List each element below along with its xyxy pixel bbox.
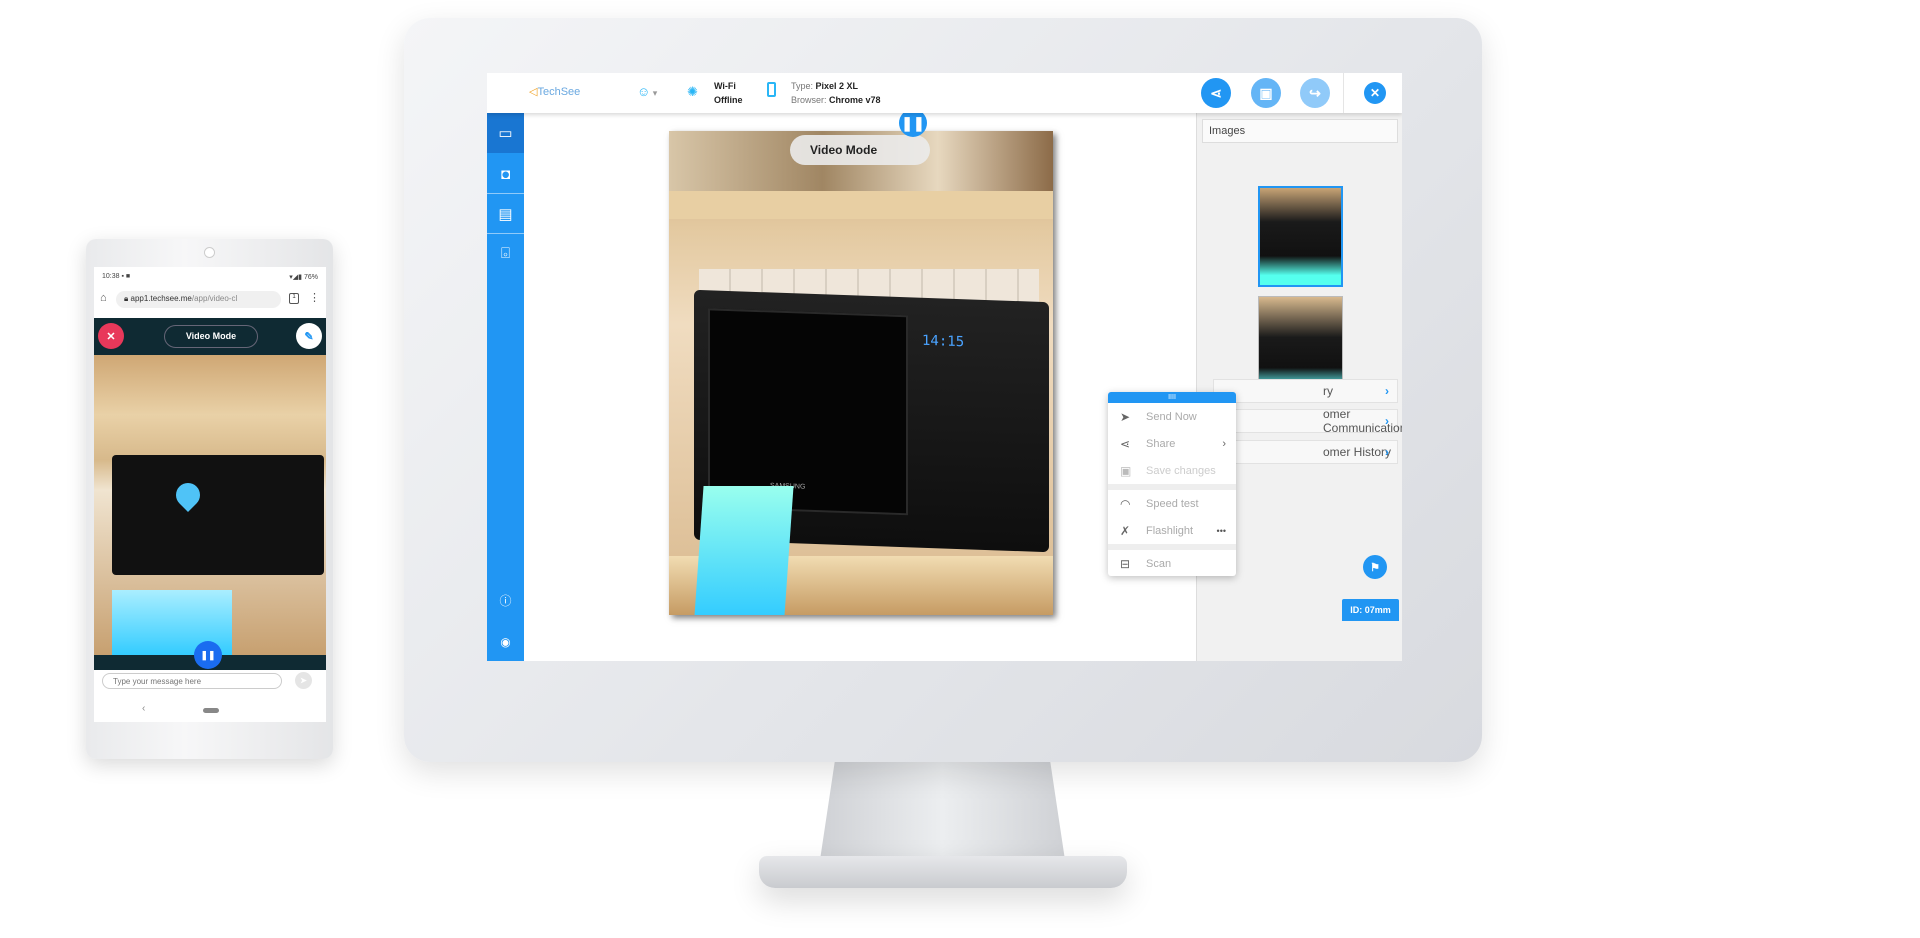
forward-icon: ↪: [1309, 84, 1321, 101]
back-nav-icon[interactable]: ‹: [142, 703, 145, 714]
shelf-edge: [669, 191, 1053, 219]
divider: [1343, 73, 1344, 113]
user-icon: ◉: [500, 635, 511, 649]
flag-icon: ⚑: [1370, 561, 1380, 574]
menu-item-share[interactable]: ⋖ Share ›: [1108, 430, 1236, 457]
sidebar: ▭ ◘ ▤ ⌻ ⓘ ◉: [487, 113, 524, 661]
save-icon: ▣: [1120, 463, 1132, 478]
flashlight-button[interactable]: ✎: [296, 323, 322, 349]
phone-device: 10:38 ▪ ■ ▾◢▮ 76% ⌂ 🔒︎ app1.techsee.me/a…: [86, 239, 333, 759]
wifi-icon: ▾◢▮: [289, 274, 303, 281]
accordion-item[interactable]: ry ›: [1213, 379, 1398, 403]
menu-item-flashlight[interactable]: ✗ Flashlight •••: [1108, 517, 1236, 544]
video-mode-button[interactable]: ▭: [487, 113, 524, 153]
status-bar: 10:38 ▪ ■: [102, 273, 131, 280]
flashlight-icon: ✎: [304, 330, 314, 343]
monitor-stand-neck: [820, 762, 1065, 860]
images-header: Images: [1202, 119, 1398, 143]
pause-icon: ❚❚: [200, 649, 216, 660]
microwave: [112, 455, 324, 575]
screens-button[interactable]: ▤: [487, 194, 524, 234]
chevron-right-icon: ›: [1385, 414, 1389, 428]
send-button[interactable]: ➤: [295, 672, 312, 689]
device-info: Type: Pixel 2 XL Browser: Chrome v78: [791, 81, 881, 105]
help-button[interactable]: ⓘ: [487, 580, 524, 620]
video-stream[interactable]: 14:15 SAMSUNG: [669, 131, 1053, 615]
menu-item-send-now[interactable]: ➤ Send Now: [1108, 403, 1236, 430]
menu-item-scan[interactable]: ⊟ Scan: [1108, 550, 1236, 577]
close-icon: ✕: [1369, 86, 1381, 100]
home-nav-pill[interactable]: [203, 708, 219, 713]
top-bar: ◁TechSee ☺ ▾ ✺ Wi-Fi Offline Type: Pixel…: [487, 73, 1402, 113]
video-camera-icon: ▭: [498, 125, 513, 142]
tabs-button[interactable]: 1: [289, 293, 299, 304]
home-icon[interactable]: ⌂: [100, 292, 107, 304]
chevron-right-icon: ›: [1385, 445, 1389, 459]
message-input[interactable]: [102, 673, 282, 689]
flag-button[interactable]: ⚑: [1363, 555, 1387, 579]
user-icon: ☺: [637, 84, 651, 99]
share-button[interactable]: ⋖: [1201, 78, 1231, 108]
save-icon: ▣: [1259, 84, 1273, 101]
scan-face-button[interactable]: ⌻: [487, 233, 524, 273]
send-icon: ➤: [300, 676, 307, 685]
phone-screen: 10:38 ▪ ■ ▾◢▮ 76% ⌂ 🔒︎ app1.techsee.me/a…: [94, 267, 326, 722]
save-button[interactable]: ▣: [1251, 78, 1281, 108]
more-vertical-icon[interactable]: ⋮: [309, 291, 320, 304]
forward-button[interactable]: ↪: [1300, 78, 1330, 108]
phone-icon: [767, 82, 776, 97]
video-mode-pill: Video Mode: [790, 135, 930, 165]
logo: ◁TechSee: [529, 86, 581, 98]
video-mode-label: Video Mode: [164, 325, 258, 348]
microwave-door: [708, 308, 908, 516]
share-icon: ⋖: [1120, 436, 1131, 451]
profile-button[interactable]: ◉: [487, 622, 524, 661]
wifi-icon: ✺: [687, 84, 698, 99]
screens-icon: ▤: [498, 206, 513, 223]
scan-icon: ⊟: [1120, 556, 1131, 571]
pause-button[interactable]: ❚❚: [899, 109, 927, 137]
send-icon: ➤: [1120, 409, 1131, 424]
session-id-badge: ID: 07mm: [1342, 599, 1399, 621]
status-icons: ▾◢▮ 76%: [289, 274, 318, 281]
video-header: ✕ Video Mode ✎: [94, 318, 326, 355]
appliance-below: [694, 486, 794, 615]
monitor-stand-base: [759, 856, 1127, 888]
pause-button[interactable]: ❚❚: [194, 641, 222, 669]
speedometer-icon: ◠: [1120, 496, 1131, 511]
lock-icon: 🔒︎: [124, 294, 129, 303]
url-bar[interactable]: 🔒︎ app1.techsee.me/app/video-cl: [116, 291, 281, 308]
camera-icon: ◘: [500, 165, 511, 183]
desktop-app: ◁TechSee ☺ ▾ ✺ Wi-Fi Offline Type: Pixel…: [487, 73, 1402, 661]
accordion-item-customer-communications[interactable]: omer Communications›: [1213, 407, 1402, 435]
phone-camera-feed: [94, 355, 326, 655]
chevron-right-icon: ›: [1222, 437, 1226, 450]
right-panel: Images ry› omer Communications› omer His…: [1196, 113, 1402, 661]
agent-menu[interactable]: ☺ ▾: [637, 84, 657, 99]
menu-item-speed-test[interactable]: ◠ Speed test: [1108, 490, 1236, 517]
network-info: Wi-Fi Offline: [714, 81, 743, 105]
share-icon: ⋖: [1210, 84, 1222, 101]
menu-item-save-changes[interactable]: ▣ Save changes: [1108, 457, 1236, 484]
image-thumbnail[interactable]: [1258, 186, 1343, 287]
close-icon: ✕: [106, 330, 116, 343]
chevron-right-icon: ›: [1385, 384, 1389, 398]
tools-menu: IIII ➤ Send Now ⋖ Share › ▣ Save changes ◠ Sp…: [1108, 392, 1236, 576]
drag-handle[interactable]: IIII: [1108, 392, 1236, 403]
close-session-button[interactable]: ✕: [1364, 82, 1386, 104]
phone-camera: [204, 247, 215, 258]
chevron-down-icon: ▾: [650, 88, 658, 98]
scan-face-icon: ⌻: [500, 244, 510, 262]
pause-icon: ❚❚: [901, 114, 925, 131]
flashlight-icon: ✗: [1120, 523, 1131, 538]
end-call-button[interactable]: ✕: [98, 323, 124, 349]
more-icon[interactable]: •••: [1217, 526, 1226, 536]
photo-mode-button[interactable]: ◘: [487, 154, 524, 194]
help-icon: ⓘ: [499, 593, 512, 608]
accordion-item-customer-history[interactable]: omer History ›: [1213, 440, 1398, 464]
